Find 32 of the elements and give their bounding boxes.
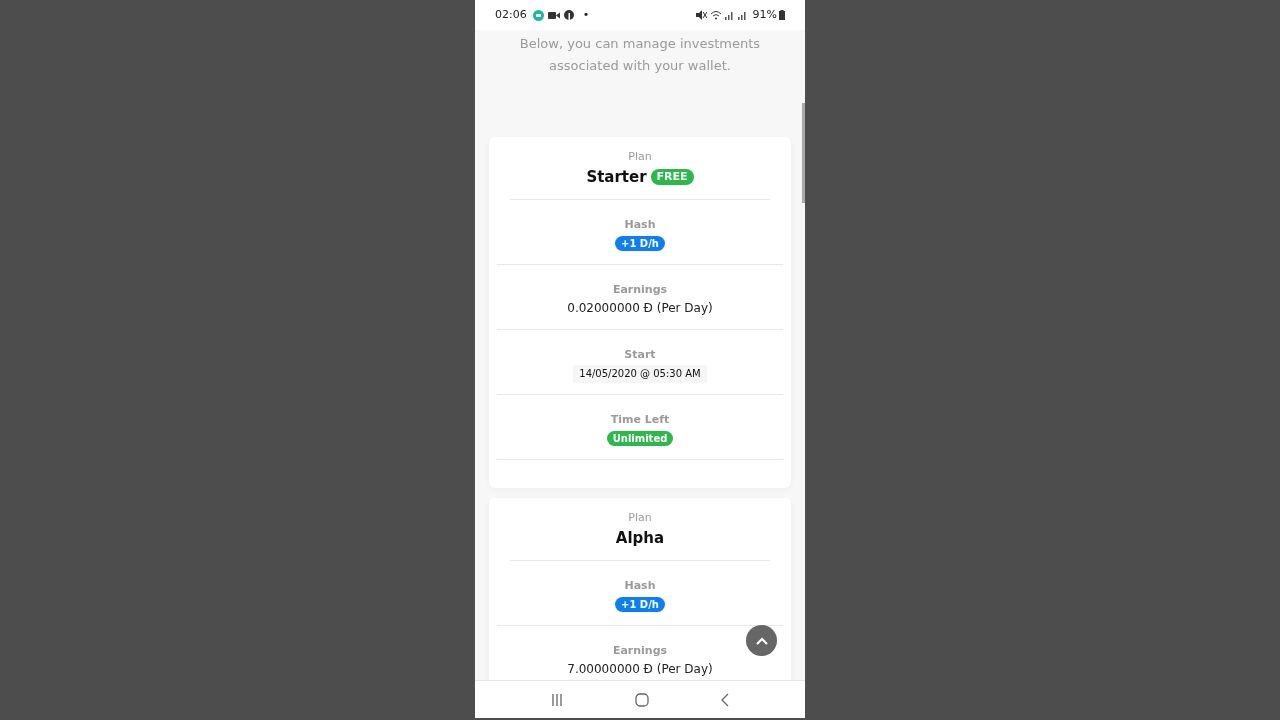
- video-camera-icon: [547, 10, 560, 20]
- plan-badge: FREE: [650, 169, 694, 185]
- recent-apps-icon[interactable]: [551, 693, 563, 706]
- chevron-up-icon: [755, 636, 768, 645]
- date-value: 14/05/2020 @ 05:30 AM: [573, 365, 707, 383]
- field-label: Hash: [624, 218, 656, 232]
- social-app-icon: [563, 10, 574, 20]
- field-label: Plan: [628, 150, 652, 164]
- field-label: Plan: [628, 511, 652, 525]
- plan-name: Starter: [586, 167, 647, 187]
- field-label: Earnings: [612, 283, 668, 297]
- value-badge: +1 D/h: [615, 236, 665, 251]
- field-label: Time Left: [610, 413, 670, 427]
- status-time: 02:06: [495, 6, 527, 23]
- earnings-value: 7.00000000 Đ (Per Day): [567, 661, 713, 678]
- field-label: Earnings: [612, 644, 668, 658]
- plan-name: Alpha: [615, 528, 665, 548]
- home-icon[interactable]: [635, 692, 649, 707]
- app-notification-icon: [532, 9, 544, 21]
- field-label: Start: [624, 348, 656, 362]
- mute-icon: [695, 10, 707, 20]
- signal-icon: [724, 10, 749, 20]
- wifi-icon: [709, 10, 722, 20]
- battery-percent: 91%: [752, 6, 777, 23]
- more-notifications-dot: •: [582, 6, 590, 23]
- back-icon[interactable]: [721, 692, 729, 707]
- value-badge: +1 D/h: [615, 597, 665, 612]
- value-badge: Unlimited: [606, 431, 674, 446]
- intro-text: Below, you can manage investments associated with your wallet.: [518, 35, 762, 75]
- field-label: Hash: [624, 579, 656, 593]
- battery-icon: [779, 10, 785, 20]
- earnings-value: 0.02000000 Đ (Per Day): [567, 300, 713, 317]
